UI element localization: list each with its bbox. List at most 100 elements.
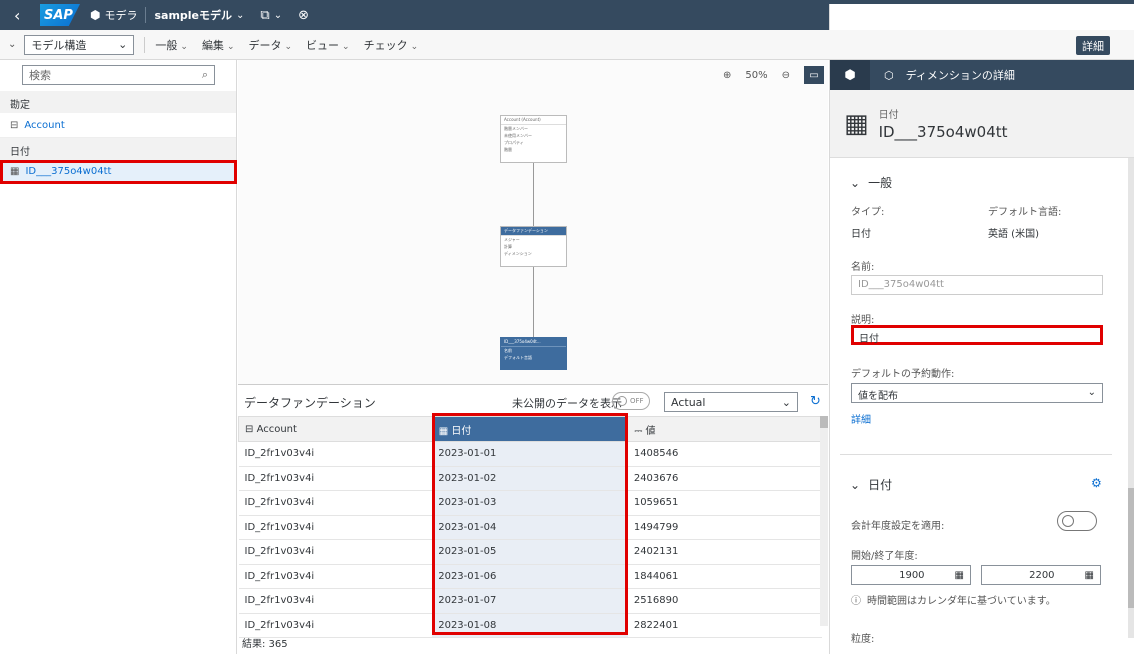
toolbar: ⌄ モデル構造 ⌄ 一般 ⌄ 編集 ⌄ データ ⌄ ビュー ⌄ チェック ⌄ 詳細 xyxy=(0,30,1134,60)
data-foundation-node[interactable]: データファンデーション メジャー 計算 ディメンション xyxy=(500,226,567,267)
data-table: ⊟ Account ▦ 日付 ⎓ 値 ID_2fr1v03v4i 2023-01-… xyxy=(238,416,822,638)
description-field[interactable]: 日付 xyxy=(851,325,1103,345)
chevron-down-icon: ⌄ xyxy=(781,395,791,409)
measure-icon: ⎓ xyxy=(634,425,646,437)
zoom-in-icon[interactable]: ⊕ xyxy=(723,70,731,81)
account-node[interactable]: Account (Account) 階層メンバー 未使用メンバー プロパティ 階… xyxy=(500,115,567,163)
details-tabs: ⬢ ⬡ ディメンションの詳細 xyxy=(830,60,1134,90)
node-title: Account (Account) xyxy=(501,116,566,125)
close-circle-icon[interactable]: ⊗ xyxy=(298,8,309,23)
reserved-action-label: デフォルトの予約動作: xyxy=(851,369,955,380)
section-general[interactable]: ⌄ 一般 xyxy=(850,174,892,191)
result-count: 結果: 365 xyxy=(242,639,288,650)
table-row[interactable]: ID_2fr1v03v4i 2023-01-06 1844061 xyxy=(238,564,822,589)
column-header-account[interactable]: ⊟ Account xyxy=(238,416,433,442)
section-header-date: 日付 xyxy=(0,138,236,160)
zoom-level: 50% xyxy=(745,69,768,81)
table-row[interactable]: ID_2fr1v03v4i 2023-01-02 2403676 xyxy=(238,466,822,491)
table-row[interactable]: ID_2fr1v03v4i 2023-01-07 2516890 xyxy=(238,588,822,614)
table-row[interactable]: ID_2fr1v03v4i 2023-01-04 1494799 xyxy=(238,515,822,540)
switch-knob xyxy=(1062,515,1074,527)
details-subtitle: 日付 xyxy=(878,110,899,121)
app-title: モデラ xyxy=(104,9,138,22)
node-title: ID___375o4w04t... xyxy=(501,338,566,347)
menu-view[interactable]: ビュー ⌄ xyxy=(306,37,350,53)
search-icon[interactable]: ⌕ xyxy=(202,68,208,82)
calendar-icon[interactable]: ▦ xyxy=(955,570,964,581)
menu-general[interactable]: 一般 ⌄ xyxy=(155,37,188,53)
details-title: ID___375o4w04tt xyxy=(878,123,1008,141)
calendar-icon: ▦ xyxy=(844,108,869,139)
tab-title: ディメンションの詳細 xyxy=(905,69,1015,82)
menu-data[interactable]: データ ⌄ xyxy=(248,37,292,53)
zoom-out-icon[interactable]: ⊖ xyxy=(782,70,790,81)
cube-outline-icon: ⬡ xyxy=(884,68,894,82)
column-header-value[interactable]: ⎓ 値 xyxy=(627,416,822,442)
view-select[interactable]: モデル構造 ⌄ xyxy=(24,34,135,55)
search-input[interactable]: 検索 ⌕ xyxy=(22,65,215,85)
chevron-down-icon: ⌄ xyxy=(118,38,128,51)
chevron-down-icon[interactable]: ⌄ xyxy=(236,10,244,21)
list-item-label: ID___375o4w04tt xyxy=(25,166,112,177)
default-language-value: 英語 (米国) xyxy=(988,229,1039,240)
table-row[interactable]: ID_2fr1v03v4i 2023-01-08 2822401 xyxy=(238,613,822,638)
menu-check[interactable]: チェック ⌄ xyxy=(364,37,419,53)
table-row[interactable]: ID_2fr1v03v4i 2023-01-05 2402131 xyxy=(238,539,822,565)
date-dimension-node[interactable]: ID___375o4w04t... 名前 デフォルト言語 xyxy=(500,337,567,370)
back-icon[interactable]: ‹ xyxy=(14,6,36,25)
chevron-down-icon: ⌄ xyxy=(850,175,861,190)
connector-line xyxy=(533,163,534,226)
collapse-icon[interactable]: ⌄ xyxy=(8,39,16,50)
model-canvas[interactable]: ⊕ 50% ⊖ ▭ Account (Account) 階層メンバー 未使用メン… xyxy=(238,60,828,385)
column-header-date[interactable]: ▦ 日付 xyxy=(431,416,629,442)
toggle-knob xyxy=(617,396,627,406)
account-icon: ⊟ xyxy=(10,120,19,131)
end-year-field[interactable]: 2200 ▦ xyxy=(981,565,1101,585)
reserved-action-select[interactable]: 値を配布 ⌄ xyxy=(851,383,1103,403)
model-title[interactable]: sampleモデル xyxy=(154,7,232,23)
table-scrollbar[interactable] xyxy=(820,416,828,626)
gear-icon[interactable]: ⚙ xyxy=(1091,476,1102,490)
sap-logo: SAP xyxy=(40,4,80,26)
details-body: ⌄ 一般 タイプ: デフォルト言語: 日付 英語 (米国) 名前: ID___3… xyxy=(830,158,1130,654)
dimension-list-panel: 検索 ⌕ 勘定 ⊟ Account 日付 ▦ ID___375o4w04tt xyxy=(0,60,237,654)
list-item-account[interactable]: ⊟ Account xyxy=(0,114,236,138)
fiscal-year-switch[interactable] xyxy=(1057,511,1097,531)
type-label: タイプ: xyxy=(851,207,885,218)
more-details-link[interactable]: 詳細 xyxy=(851,411,871,426)
fit-view-icon[interactable]: ▭ xyxy=(804,66,824,84)
refresh-icon[interactable]: ↻ xyxy=(810,394,821,409)
name-label: 名前: xyxy=(851,262,875,273)
calendar-icon: ▦ xyxy=(438,425,452,437)
fiscal-year-label: 会計年度設定を適用: xyxy=(851,521,945,532)
start-year-field[interactable]: 1900 ▦ xyxy=(851,565,971,585)
details-header: ▦ 日付 ID___375o4w04tt xyxy=(830,90,1134,158)
type-value: 日付 xyxy=(851,229,871,240)
table-row[interactable]: ID_2fr1v03v4i 2023-01-03 1059651 xyxy=(238,490,822,516)
chevron-down-icon: ⌄ xyxy=(850,477,861,492)
view-select-value: モデル構造 xyxy=(31,38,87,52)
version-value: Actual xyxy=(671,395,706,409)
table-row[interactable]: ID_2fr1v03v4i 2023-01-01 1408546 xyxy=(238,441,822,467)
list-item-date-dimension[interactable]: ▦ ID___375o4w04tt xyxy=(0,160,237,184)
version-select[interactable]: Actual ⌄ xyxy=(664,392,798,412)
menu-edit[interactable]: 編集 ⌄ xyxy=(202,37,235,53)
tab-cube[interactable]: ⬢ xyxy=(830,60,870,90)
unpublished-toggle[interactable]: OFF xyxy=(612,392,650,410)
default-language-label: デフォルト言語: xyxy=(988,207,1062,218)
chevron-down-icon[interactable]: ⌄ xyxy=(274,10,282,21)
tab-dimension-details[interactable]: ⬡ ディメンションの詳細 xyxy=(884,67,1015,83)
details-scrollbar[interactable] xyxy=(1128,158,1134,638)
cube-icon: ⬢ xyxy=(844,67,856,83)
node-title: データファンデーション xyxy=(501,227,566,236)
detail-button[interactable]: 詳細 xyxy=(1076,36,1110,55)
search-placeholder: 検索 xyxy=(29,69,51,82)
list-item-label: Account xyxy=(24,120,65,131)
share-icon[interactable]: ⧉ xyxy=(260,8,269,23)
section-header-account: 勘定 xyxy=(0,91,236,113)
account-icon: ⊟ xyxy=(245,423,257,435)
dimension-details-panel: ⬢ ⬡ ディメンションの詳細 ▦ 日付 ID___375o4w04tt ⌄ 一般… xyxy=(829,60,1134,654)
zoom-controls: ⊕ 50% ⊖ ▭ xyxy=(723,66,824,84)
calendar-icon[interactable]: ▦ xyxy=(1085,570,1094,581)
section-date[interactable]: ⌄ 日付 xyxy=(850,476,892,493)
